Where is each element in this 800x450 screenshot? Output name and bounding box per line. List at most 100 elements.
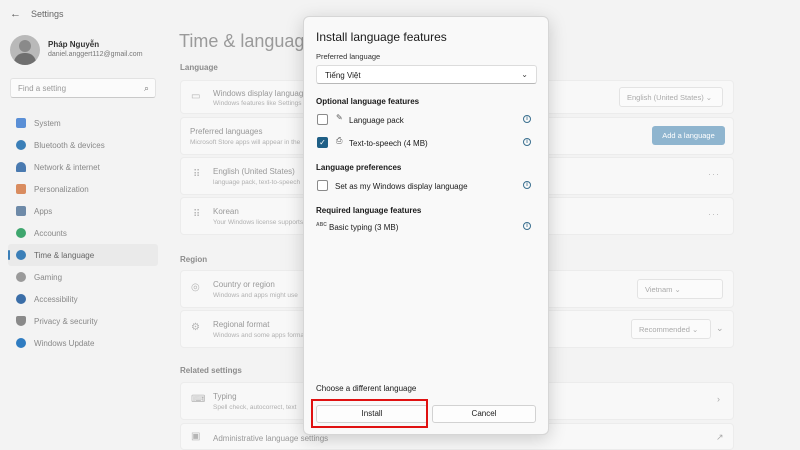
speech-icon: ⎙	[336, 136, 343, 145]
info-icon[interactable]: i	[523, 222, 531, 230]
sidebar-item-label: Time & language	[34, 250, 95, 260]
country-title: Country or region	[213, 280, 275, 289]
admin-title: Administrative language settings	[213, 434, 329, 443]
avatar-head	[19, 40, 31, 52]
country-value: Vietnam	[645, 285, 673, 294]
dialog-title: Install language features	[316, 30, 447, 44]
search-input[interactable]: Find a setting ⌕	[10, 78, 156, 98]
chevron-down-icon: ⌄	[705, 93, 713, 102]
back-arrow-icon[interactable]: ←	[10, 8, 21, 20]
sidebar-item-label: Network & internet	[34, 162, 100, 172]
language-pack-checkbox[interactable]	[317, 114, 328, 125]
sidebar-item-label: System	[34, 118, 61, 128]
preferred-language-select[interactable]: Tiếng Việt ⌄	[316, 65, 537, 84]
sidebar-item-personalization[interactable]: Personalization	[8, 178, 158, 200]
section-region: Region	[180, 255, 208, 264]
regional-format-title: Regional format	[213, 320, 270, 329]
regional-format-dropdown[interactable]: Recommended ⌄	[631, 319, 711, 339]
display-language-option-label: Set as my Windows display language	[335, 182, 468, 191]
preferred-languages-sub: Microsoft Store apps will appear in the	[190, 139, 301, 146]
profile-name: Pháp Nguyễn	[48, 40, 100, 49]
install-highlight-box	[311, 399, 428, 428]
basic-typing-label: Basic typing (3 MB)	[329, 223, 399, 232]
profile-email: daniel.anggert112@gmail.com	[48, 51, 143, 58]
sidebar-item-gaming[interactable]: Gaming	[8, 266, 158, 288]
chevron-down-icon: ⌄	[674, 285, 681, 294]
shield-icon	[16, 316, 26, 326]
choose-different-language-link[interactable]: Choose a different language	[316, 384, 416, 393]
typing-title: Typing	[213, 392, 237, 401]
brush-icon	[16, 184, 26, 194]
display-language-dropdown[interactable]: English (United States) ⌄	[619, 87, 723, 107]
more-options-icon[interactable]: ···	[708, 209, 720, 219]
country-sub: Windows and apps might use	[213, 292, 298, 299]
gamepad-icon	[16, 272, 26, 282]
sidebar-item-label: Privacy & security	[34, 316, 98, 326]
sidebar-item-label: Windows Update	[34, 338, 95, 348]
install-language-dialog: Install language features Preferred lang…	[303, 16, 549, 435]
display-language-sub: Windows features like Settings	[213, 100, 302, 107]
sidebar-nav: System Bluetooth & devices Network & int…	[8, 112, 158, 354]
regional-format-sub: Windows and some apps format	[213, 332, 306, 339]
globe-clock-icon	[16, 250, 26, 260]
text-to-speech-checkbox[interactable]: ✓	[317, 137, 328, 148]
text-to-speech-label: Text-to-speech (4 MB)	[349, 139, 428, 148]
sidebar-item-label: Personalization	[34, 184, 89, 194]
regional-format-icon: ⚙	[191, 322, 200, 333]
monitor-icon	[16, 118, 26, 128]
keyboard-icon: ⌨	[191, 394, 206, 405]
drag-handle-icon[interactable]: ⠿	[193, 209, 200, 220]
more-options-icon[interactable]: ···	[708, 169, 720, 179]
search-placeholder: Find a setting	[18, 84, 67, 93]
info-icon[interactable]: i	[523, 138, 531, 146]
country-dropdown[interactable]: Vietnam ⌄	[637, 279, 723, 299]
add-language-button[interactable]: Add a language	[652, 126, 725, 145]
display-language-value: English (United States)	[627, 93, 704, 102]
sidebar-item-accounts[interactable]: Accounts	[8, 222, 158, 244]
language-korean-title: Korean	[213, 207, 239, 216]
cancel-button[interactable]: Cancel	[432, 405, 536, 423]
language-pack-label: Language pack	[349, 116, 404, 125]
avatar[interactable]	[10, 35, 40, 65]
avatar-body	[14, 53, 36, 65]
sidebar-item-time-language[interactable]: Time & language	[8, 244, 158, 266]
abc-typing-icon: ABC	[316, 222, 327, 228]
person-icon	[16, 228, 26, 238]
optional-features-heading: Optional language features	[316, 97, 420, 106]
apps-icon	[16, 206, 26, 216]
section-related: Related settings	[180, 366, 242, 375]
globe-icon: ◎	[191, 282, 200, 293]
drag-handle-icon[interactable]: ⠿	[193, 169, 200, 180]
sidebar-item-bluetooth[interactable]: Bluetooth & devices	[8, 134, 158, 156]
typing-sub: Spell check, autocorrect, text	[213, 404, 297, 411]
info-icon[interactable]: i	[523, 115, 531, 123]
required-features-heading: Required language features	[316, 206, 422, 215]
sidebar-item-windows-update[interactable]: Windows Update	[8, 332, 158, 354]
search-icon[interactable]: ⌕	[144, 83, 149, 94]
language-preferences-heading: Language preferences	[316, 163, 402, 172]
info-icon[interactable]: i	[523, 181, 531, 189]
sidebar-item-label: Bluetooth & devices	[34, 140, 105, 150]
language-pack-icon: ✎	[336, 113, 343, 122]
display-language-checkbox[interactable]	[317, 180, 328, 191]
sidebar-item-privacy[interactable]: Privacy & security	[8, 310, 158, 332]
page-title: Time & language	[179, 31, 315, 51]
regional-format-value: Recommended	[639, 325, 690, 334]
sidebar-item-accessibility[interactable]: Accessibility	[8, 288, 158, 310]
sidebar-item-apps[interactable]: Apps	[8, 200, 158, 222]
sidebar-item-label: Accessibility	[34, 294, 78, 304]
sidebar-item-label: Apps	[34, 206, 53, 216]
chevron-right-icon[interactable]: ›	[717, 394, 720, 404]
language-english-sub: language pack, text-to-speech	[213, 179, 301, 186]
chevron-down-icon: ⌄	[521, 70, 528, 79]
display-language-title: Windows display language	[213, 89, 308, 98]
sidebar-item-system[interactable]: System	[8, 112, 158, 134]
sidebar-item-network[interactable]: Network & internet	[8, 156, 158, 178]
preferred-language-label: Preferred language	[316, 52, 381, 61]
app-title: Settings	[31, 9, 64, 19]
accessibility-icon	[16, 294, 26, 304]
expand-chevron-icon[interactable]: ⌄	[716, 323, 724, 334]
external-link-icon[interactable]: ↗	[716, 432, 724, 443]
sidebar-item-label: Gaming	[34, 272, 63, 282]
preferred-languages-title: Preferred languages	[190, 127, 263, 136]
